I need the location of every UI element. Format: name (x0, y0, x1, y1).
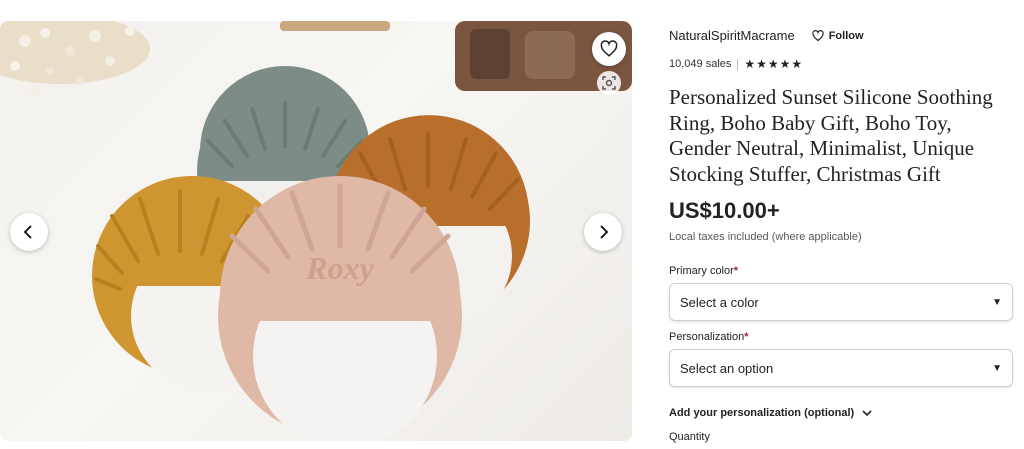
follow-button[interactable]: Follow (812, 30, 864, 42)
personalization-select[interactable]: Select an option ▼ (669, 349, 1013, 387)
caret-down-icon: ▼ (992, 362, 1002, 374)
shop-name-link[interactable]: NaturalSpiritMacrame (669, 28, 795, 43)
listing-details: NaturalSpiritMacrame Follow 10,049 sales… (669, 0, 1015, 449)
caret-down-icon: ▼ (992, 296, 1002, 308)
wooden-toy-decoration (280, 21, 632, 91)
heart-icon (600, 40, 618, 57)
tax-note: Local taxes included (where applicable) (669, 231, 862, 243)
primary-color-select[interactable]: Select a color ▼ (669, 283, 1013, 321)
chevron-left-icon (23, 225, 32, 239)
previous-image-button[interactable] (10, 213, 48, 251)
chevron-right-icon (600, 225, 609, 239)
favorite-button[interactable] (592, 32, 626, 66)
listing-title: Personalized Sunset Silicone Soothing Ri… (669, 85, 993, 186)
divider (737, 58, 739, 70)
visual-search-icon (602, 76, 616, 90)
primary-color-value: Select a color (680, 294, 759, 310)
primary-color-label-text: Primary color (669, 265, 734, 277)
add-personalization-label: Add your personalization (optional) (669, 407, 855, 419)
next-image-button[interactable] (584, 213, 622, 251)
required-mark: * (744, 331, 749, 343)
price: US$10.00+ (669, 198, 780, 223)
add-personalization-toggle[interactable]: Add your personalization (optional) (669, 407, 872, 419)
chevron-down-icon (862, 410, 872, 417)
visual-search-button[interactable] (597, 71, 621, 95)
sales-count: 10,049 sales (669, 58, 732, 70)
star-rating[interactable]: ★★★★★ (744, 57, 803, 71)
engraved-name: Roxy (305, 250, 374, 286)
shop-row: NaturalSpiritMacrame Follow (669, 28, 864, 43)
heart-icon (812, 29, 824, 41)
sales-row: 10,049 sales ★★★★★ (669, 57, 803, 71)
product-photo: Roxy (0, 21, 632, 441)
dried-flowers-decoration (0, 21, 150, 96)
personalization-value: Select an option (680, 360, 774, 376)
follow-label: Follow (828, 29, 864, 42)
blush-teether: Roxy (218, 176, 462, 441)
quantity-label: Quantity (669, 431, 710, 443)
personalization-label: Personalization* (669, 331, 749, 343)
required-mark: * (733, 265, 739, 277)
product-image-gallery[interactable]: Roxy (0, 21, 632, 441)
personalization-label-text: Personalization (669, 331, 745, 343)
primary-color-label: Primary color* (669, 265, 738, 277)
